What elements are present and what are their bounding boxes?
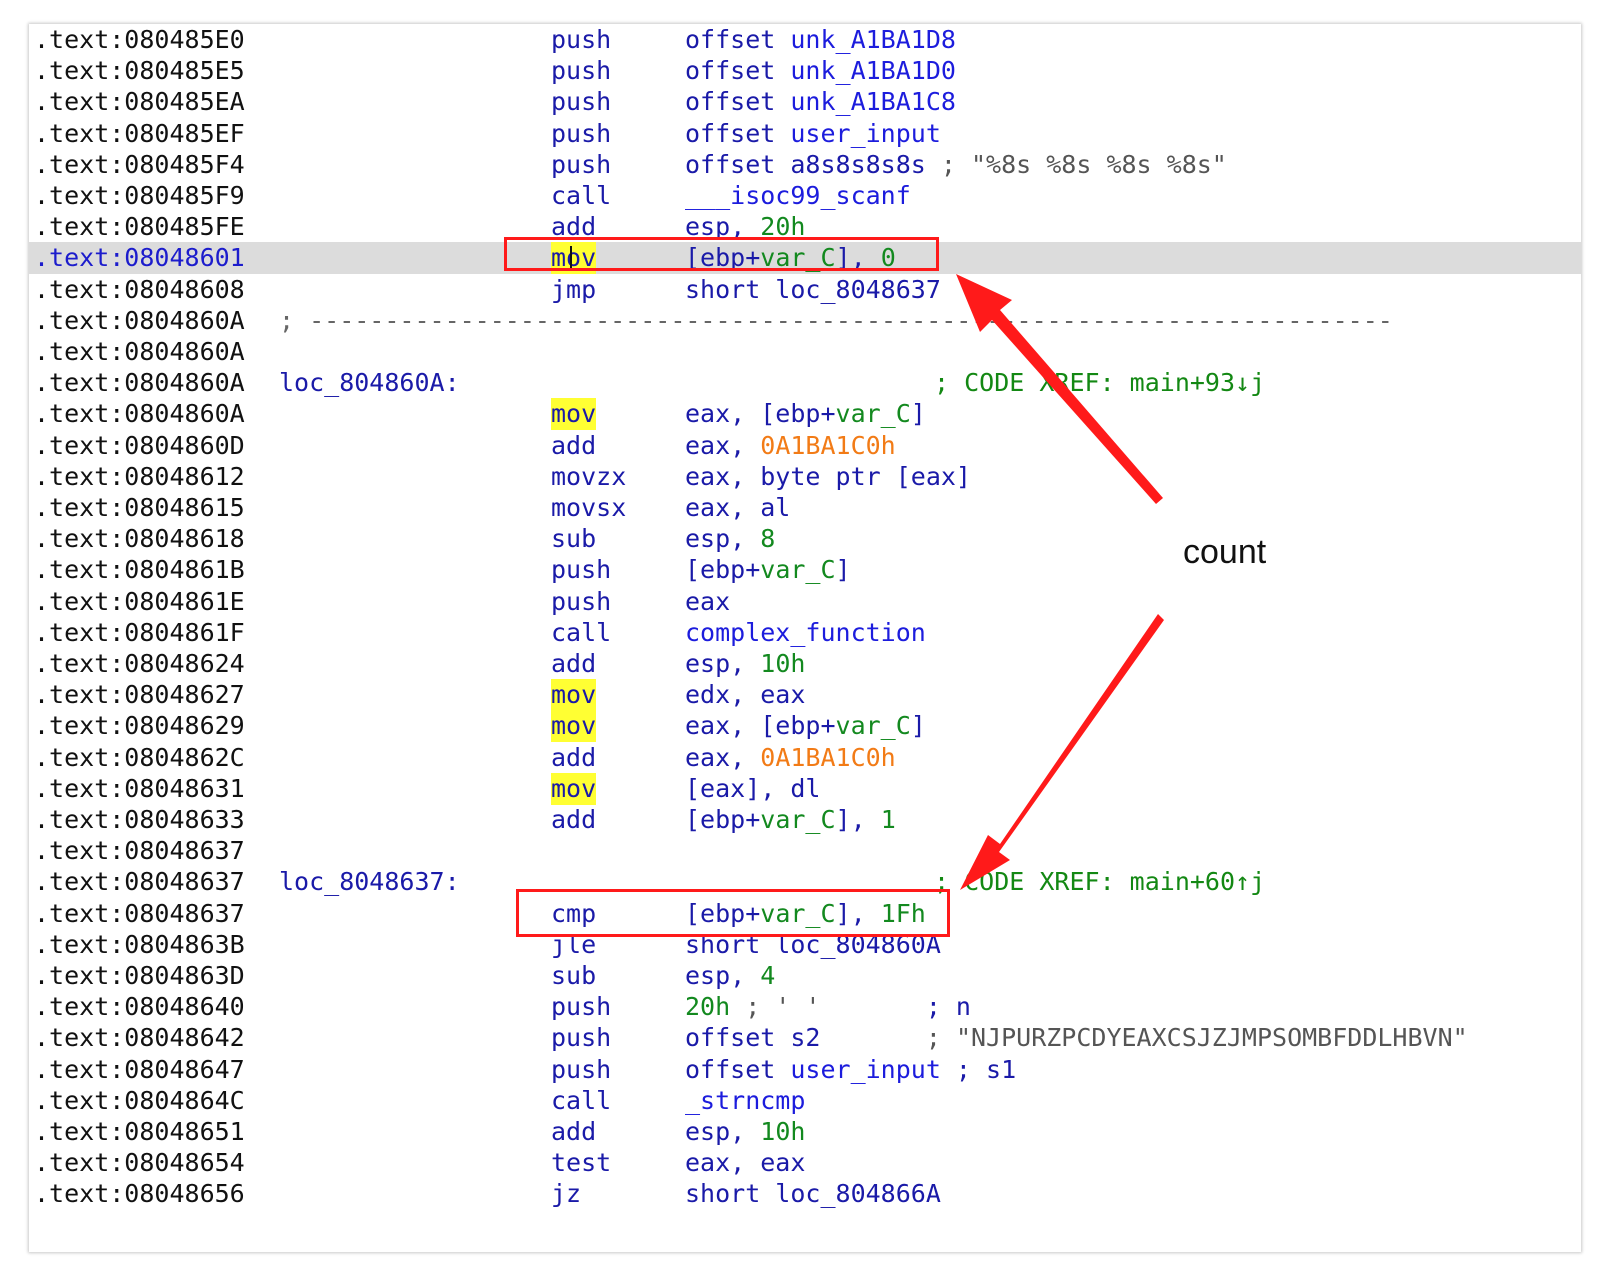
annotation-arrows — [956, 274, 1164, 890]
count-annotation-label: count — [1177, 528, 1273, 576]
arrow-to-cmp-icon — [960, 614, 1164, 890]
arrow-to-mov-icon — [956, 274, 1163, 504]
text-cursor — [570, 246, 572, 268]
